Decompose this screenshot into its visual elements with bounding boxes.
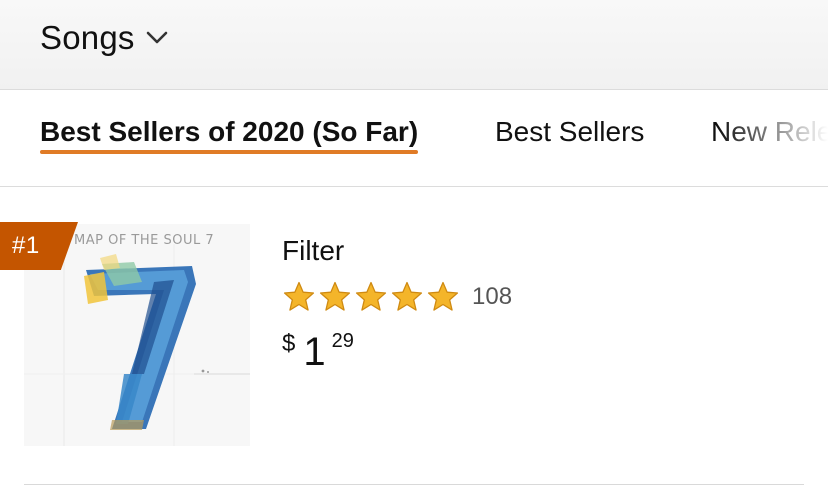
rank-label: #1: [12, 232, 40, 259]
chevron-down-icon: [145, 25, 169, 49]
star-icon: [319, 281, 351, 311]
item-divider: [24, 484, 804, 485]
rating-count: 108: [472, 282, 513, 310]
tabs-bar: Best Sellers of 2020 (So Far) Best Selle…: [0, 91, 828, 187]
star-icon: [427, 281, 459, 311]
best-sellers-list: #1 MAP OF THE SOUL 7 Filter 108 $ 1 29: [0, 188, 828, 496]
best-sellers-page: Songs Best Sellers of 2020 (So Far) Best…: [0, 0, 828, 496]
star-icon: [391, 281, 423, 311]
category-dropdown[interactable]: Songs: [40, 14, 169, 60]
price-currency-symbol: $: [282, 329, 296, 357]
tab-new-releases[interactable]: New Releases: [711, 115, 828, 149]
album-art-text: MAP OF THE SOUL 7: [74, 233, 215, 248]
price-fraction: 29: [331, 329, 354, 352]
tab-best-sellers-2020[interactable]: Best Sellers of 2020 (So Far): [40, 115, 419, 154]
star-icon: [283, 281, 315, 311]
price-whole: 1: [303, 329, 326, 374]
tab-label: Best Sellers of 2020 (So Far): [40, 116, 419, 147]
item-info: Filter 108 $ 1 29: [282, 234, 802, 374]
star-rating: [282, 280, 460, 314]
tab-label: New Releases: [711, 116, 828, 147]
tab-label: Best Sellers: [495, 116, 645, 147]
item-title[interactable]: Filter: [282, 234, 802, 268]
price: $ 1 29: [282, 328, 802, 374]
list-item[interactable]: #1 MAP OF THE SOUL 7 Filter 108 $ 1 29: [0, 188, 828, 488]
rating-row[interactable]: 108: [282, 280, 802, 314]
top-header: Songs: [0, 0, 828, 90]
star-icon: [355, 281, 387, 311]
tab-best-sellers[interactable]: Best Sellers: [495, 115, 644, 149]
active-tab-indicator: [40, 149, 419, 154]
category-label: Songs: [40, 18, 135, 56]
